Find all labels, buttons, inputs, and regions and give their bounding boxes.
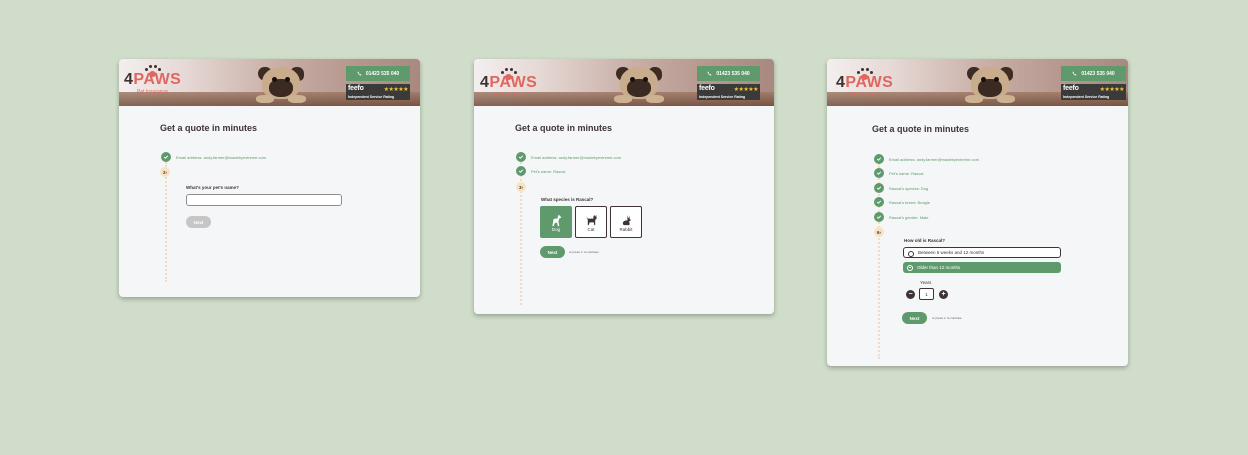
species-option-cat[interactable]: Cat (575, 206, 607, 238)
years-input[interactable]: 1 (919, 288, 934, 300)
pug-image (602, 61, 676, 106)
step-summary-species[interactable]: Rascal's species: Dog (889, 186, 928, 191)
phone-icon (707, 71, 712, 76)
radio-icon (907, 264, 913, 271)
logo-text: 4PAWS (836, 74, 894, 91)
step-complete-icon (874, 168, 884, 178)
phone-number: 01423 535 040 (1081, 70, 1115, 77)
step-complete-icon (516, 166, 526, 176)
header-banner: 4PAWS Pet Insurance 01423 535 040 feefo … (827, 59, 1128, 106)
brand-logo[interactable]: 4PAWS Pet Insurance (836, 68, 894, 98)
step-summary-breed[interactable]: Rascal's breed: Beagle (889, 200, 930, 205)
question-pet-name: What's your pet's name? (186, 185, 239, 190)
pug-image (244, 61, 318, 106)
step-summary-pet-name[interactable]: Pet's name: Rascal (531, 169, 565, 174)
phone-button[interactable]: 01423 535 040 (1061, 66, 1126, 81)
next-button[interactable]: Next (186, 216, 211, 228)
feefo-rating-label: Independent Service Rating (1063, 95, 1110, 99)
quote-screen-step-3: 4PAWS Pet Insurance 01423 535 040 feefo … (474, 59, 774, 314)
species-option-dog[interactable]: Dog (540, 206, 572, 238)
feefo-rating-label: Independent Service Rating (348, 95, 395, 99)
age-option-over-12-months[interactable]: Older than 12 months (903, 262, 1061, 273)
phone-number: 01423 535 040 (365, 70, 400, 77)
species-option-rabbit[interactable]: Rabbit (610, 206, 642, 238)
logo-tagline: Pet Insurance (849, 92, 880, 98)
species-label: Dog (551, 227, 561, 232)
option-label: Between 6 weeks and 12 months (918, 250, 985, 255)
dog-icon (552, 214, 562, 227)
progress-rail (165, 162, 167, 282)
next-button[interactable]: Next (540, 246, 565, 258)
step-complete-icon (874, 212, 884, 222)
question-species: What species is Rascal? (541, 197, 594, 202)
step-summary-pet-name[interactable]: Pet's name: Rascal (889, 171, 923, 176)
feefo-logo: feefo (1063, 85, 1079, 92)
question-age: How old is Rascal? (904, 238, 946, 243)
phone-button[interactable]: 01423 535 040 (346, 66, 410, 81)
rating-stars-icon: ★★★★★ (1099, 87, 1125, 93)
step-summary-email[interactable]: Email address: andy.farmer@madebyextreme… (889, 157, 979, 162)
age-option-under-12-months[interactable]: Between 6 weeks and 12 months (903, 247, 1061, 258)
keyboard-hint: or press ↵ to continue (569, 250, 599, 254)
logo-text: 4PAWS (480, 74, 538, 91)
quote-screen-step-6: 4PAWS Pet Insurance 01423 535 040 feefo … (827, 59, 1128, 366)
step-complete-icon (516, 152, 526, 162)
phone-number: 01423 535 040 (716, 70, 750, 77)
phone-button[interactable]: 01423 535 040 (697, 66, 760, 81)
rating-stars-icon: ★★★★★ (733, 87, 759, 93)
header-banner: 4PAWS Pet Insurance 01423 535 040 feefo … (474, 59, 774, 106)
page-title: Get a quote in minutes (872, 124, 970, 134)
species-label: Cat (587, 227, 595, 232)
minus-icon[interactable]: − (906, 290, 915, 299)
feefo-rating-label: Independent Service Rating (699, 95, 746, 99)
cat-icon (586, 214, 597, 226)
step-complete-icon (874, 197, 884, 207)
brand-logo[interactable]: 4PAWS Pet Insurance (124, 65, 182, 95)
years-label: Years (920, 280, 932, 285)
feefo-badge[interactable]: feefo ★★★★★ Independent Service Rating (1061, 84, 1126, 100)
next-button[interactable]: Next (902, 312, 927, 324)
step-summary-gender[interactable]: Rascal's gender: Male (889, 215, 928, 220)
rating-stars-icon: ★★★★★ (383, 87, 409, 93)
current-step-indicator: 2 › (160, 167, 170, 177)
feefo-logo: feefo (348, 85, 364, 92)
quote-screen-step-2: 4PAWS Pet Insurance 01423 535 040 feefo … (119, 59, 420, 297)
logo-tagline: Pet Insurance (137, 89, 168, 95)
feefo-logo: feefo (699, 85, 715, 92)
current-step-indicator: 6 › (874, 227, 884, 237)
pet-name-input[interactable] (186, 194, 342, 206)
feefo-badge[interactable]: feefo ★★★★★ Independent Service Rating (697, 84, 760, 100)
pug-image (953, 61, 1027, 106)
step-complete-icon (874, 183, 884, 193)
page-title: Get a quote in minutes (515, 123, 613, 133)
feefo-badge[interactable]: feefo ★★★★★ Independent Service Rating (346, 84, 410, 100)
logo-text: 4PAWS (124, 71, 182, 88)
plus-icon[interactable]: + (939, 290, 948, 299)
header-banner: 4PAWS Pet Insurance 01423 535 040 feefo … (119, 59, 420, 106)
step-complete-icon (874, 154, 884, 164)
rabbit-icon (622, 214, 631, 226)
phone-icon (357, 71, 362, 76)
keyboard-hint: or press ↵ to continue (932, 316, 962, 320)
option-label: Older than 12 months (917, 265, 961, 270)
step-summary-email[interactable]: Email address: andy.farmer@madebyextreme… (176, 155, 266, 160)
radio-icon (908, 250, 914, 257)
logo-tagline: Pet Insurance (493, 92, 524, 98)
species-label: Rabbit (619, 227, 633, 232)
step-complete-icon (161, 152, 171, 162)
brand-logo[interactable]: 4PAWS Pet Insurance (480, 68, 538, 98)
step-summary-email[interactable]: Email address: andy.farmer@madebyextreme… (531, 155, 621, 160)
page-title: Get a quote in minutes (160, 123, 258, 133)
current-step-indicator: 3 › (516, 182, 526, 192)
phone-icon (1072, 71, 1077, 76)
